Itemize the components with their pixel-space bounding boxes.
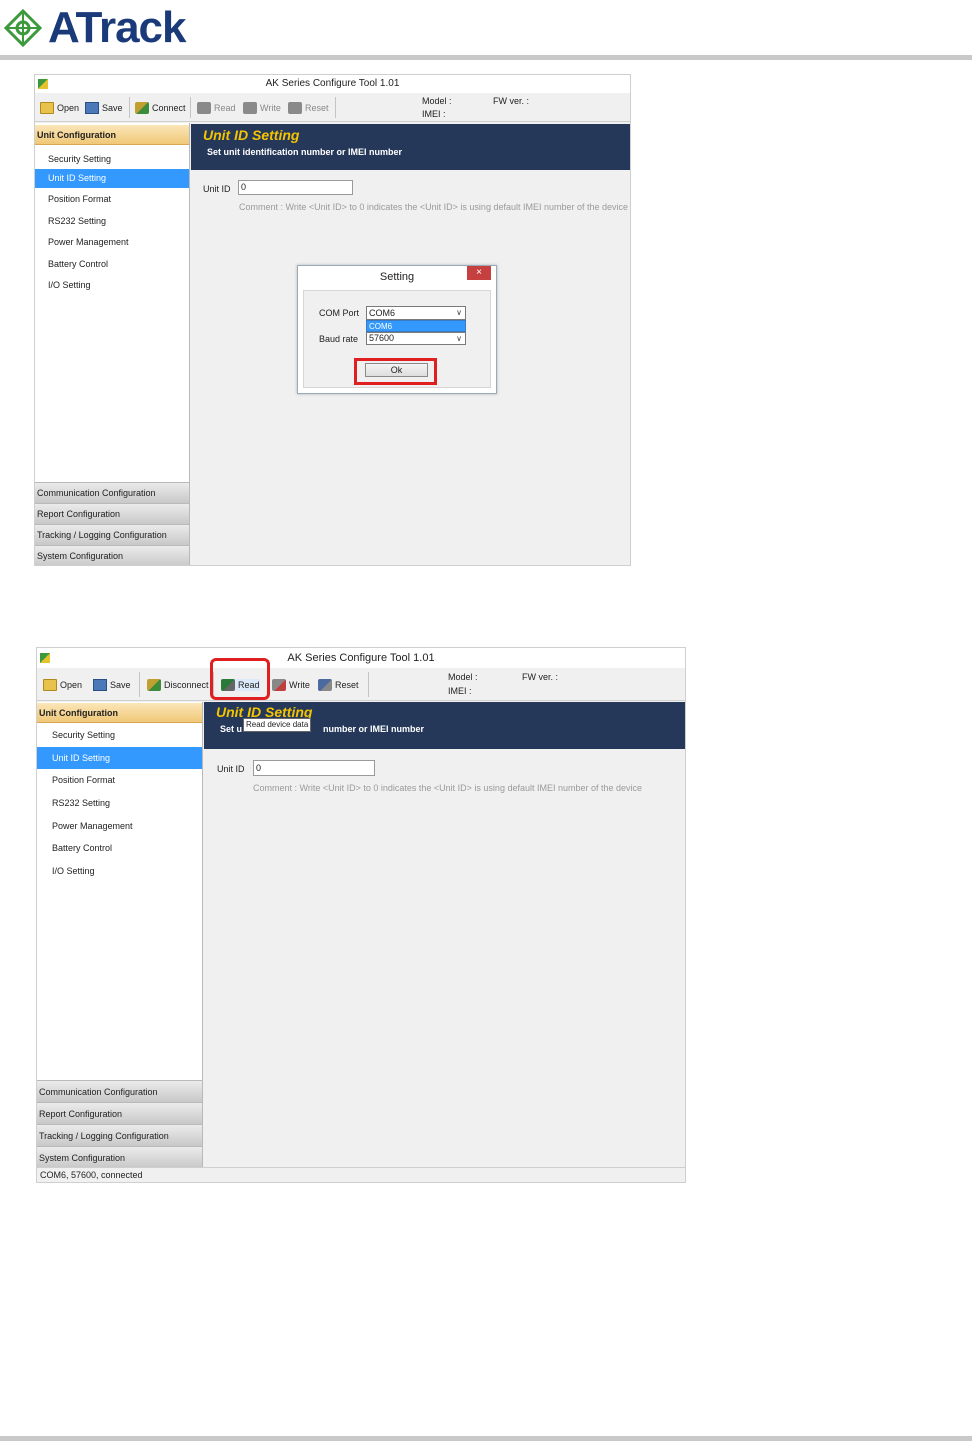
ok-button-highlight bbox=[354, 358, 437, 385]
sidebar-item-position-format[interactable]: Position Format bbox=[35, 190, 189, 209]
sidebar-item-io-setting[interactable]: I/O Setting bbox=[35, 276, 189, 295]
unit-id-input[interactable]: 0 bbox=[238, 180, 353, 195]
sidebar-item-security-setting[interactable]: Security Setting bbox=[37, 725, 202, 746]
write-chip-icon bbox=[243, 102, 257, 114]
app-icon bbox=[38, 79, 48, 89]
unit-id-comment: Comment : Write <Unit ID> to 0 indicates… bbox=[253, 783, 643, 793]
disconnect-button[interactable]: Disconnect bbox=[147, 679, 209, 691]
toolbar-separator bbox=[368, 672, 369, 697]
save-button[interactable]: Save bbox=[85, 102, 123, 114]
category-system-configuration[interactable]: System Configuration bbox=[35, 545, 189, 565]
fw-version-label: FW ver. : bbox=[522, 672, 558, 682]
read-button-highlight bbox=[210, 658, 270, 700]
footer-divider bbox=[0, 1436, 972, 1441]
sidebar-item-position-format[interactable]: Position Format bbox=[37, 770, 202, 791]
unit-id-comment: Comment : Write <Unit ID> to 0 indicates… bbox=[239, 202, 629, 212]
open-button[interactable]: Open bbox=[40, 102, 79, 114]
window-title: AK Series Configure Tool 1.01 bbox=[287, 652, 435, 664]
category-communication-configuration[interactable]: Communication Configuration bbox=[37, 1080, 202, 1102]
sidebar-item-security-setting[interactable]: Security Setting bbox=[35, 150, 189, 169]
unit-id-label: Unit ID bbox=[217, 764, 245, 774]
write-button[interactable]: Write bbox=[243, 102, 281, 114]
section-subtitle-start: Set u bbox=[220, 724, 243, 734]
floppy-disk-icon bbox=[93, 679, 107, 691]
sidebar-item-unit-id-setting[interactable]: Unit ID Setting bbox=[37, 747, 202, 769]
unit-id-label: Unit ID bbox=[203, 184, 231, 194]
write-chip-icon bbox=[272, 679, 286, 691]
category-communication-configuration[interactable]: Communication Configuration bbox=[35, 482, 189, 503]
atrack-logo: ATrack bbox=[4, 5, 234, 51]
toolbar: Open Save Connect Read Write Reset Model… bbox=[35, 93, 630, 122]
com-port-option[interactable]: COM6 bbox=[366, 320, 466, 332]
imei-label: IMEI : bbox=[422, 109, 446, 119]
connect-button[interactable]: Connect bbox=[135, 102, 186, 114]
reset-button[interactable]: Reset bbox=[288, 102, 329, 114]
category-report-configuration[interactable]: Report Configuration bbox=[35, 503, 189, 524]
sidebar-item-io-setting[interactable]: I/O Setting bbox=[37, 861, 202, 882]
com-port-select[interactable]: COM6 ∨ bbox=[366, 306, 466, 320]
model-label: Model : bbox=[422, 96, 452, 106]
brand-name: ATrack bbox=[48, 3, 186, 52]
category-tracking-logging-configuration[interactable]: Tracking / Logging Configuration bbox=[37, 1124, 202, 1146]
chevron-down-icon: ∨ bbox=[456, 308, 462, 317]
toolbar-separator bbox=[190, 97, 191, 118]
baud-rate-select[interactable]: 57600 ∨ bbox=[366, 332, 466, 345]
close-icon[interactable]: × bbox=[467, 266, 491, 280]
sidebar-item-rs232-setting[interactable]: RS232 Setting bbox=[37, 793, 202, 814]
category-report-configuration[interactable]: Report Configuration bbox=[37, 1102, 202, 1124]
sidebar-item-power-management[interactable]: Power Management bbox=[37, 816, 202, 837]
read-chip-icon bbox=[197, 102, 211, 114]
open-button[interactable]: Open bbox=[43, 679, 82, 691]
baud-rate-label: Baud rate bbox=[319, 334, 359, 344]
folder-icon bbox=[40, 102, 54, 114]
sidebar-header-unit-configuration[interactable]: Unit Configuration bbox=[35, 125, 189, 145]
reset-chip-icon bbox=[288, 102, 302, 114]
reset-button[interactable]: Reset bbox=[318, 679, 359, 691]
unit-id-input[interactable]: 0 bbox=[253, 760, 375, 776]
chevron-down-icon: ∨ bbox=[456, 334, 462, 343]
sidebar-item-power-management[interactable]: Power Management bbox=[35, 233, 189, 252]
section-subtitle-end: number or IMEI number bbox=[323, 724, 425, 734]
app-icon bbox=[40, 653, 50, 663]
window-titlebar: AK Series Configure Tool 1.01 bbox=[35, 75, 630, 93]
imei-label: IMEI : bbox=[448, 686, 472, 696]
fw-version-label: FW ver. : bbox=[493, 96, 529, 106]
com-port-label: COM Port bbox=[319, 308, 360, 318]
read-tooltip: Read device data bbox=[243, 718, 312, 732]
model-label: Model : bbox=[448, 672, 478, 682]
sidebar: Unit Configuration Security Setting Unit… bbox=[35, 123, 190, 565]
sidebar: Unit Configuration Security Setting Unit… bbox=[37, 702, 203, 1168]
category-system-configuration[interactable]: System Configuration bbox=[37, 1146, 202, 1168]
sidebar-item-battery-control[interactable]: Battery Control bbox=[35, 255, 189, 274]
header-divider bbox=[0, 55, 972, 60]
sidebar-item-unit-id-setting[interactable]: Unit ID Setting bbox=[35, 169, 189, 188]
section-subtitle: Set unit identification number or IMEI n… bbox=[207, 147, 403, 157]
read-button[interactable]: Read bbox=[197, 102, 236, 114]
toolbar-separator bbox=[129, 97, 130, 118]
window-titlebar: AK Series Configure Tool 1.01 bbox=[37, 648, 685, 668]
section-title: Unit ID Setting bbox=[203, 127, 300, 143]
category-tracking-logging-configuration[interactable]: Tracking / Logging Configuration bbox=[35, 524, 189, 545]
sidebar-header-unit-configuration[interactable]: Unit Configuration bbox=[37, 703, 202, 723]
config-tool-window-2: AK Series Configure Tool 1.01 Open Save … bbox=[36, 647, 686, 1183]
write-button[interactable]: Write bbox=[272, 679, 310, 691]
sidebar-item-rs232-setting[interactable]: RS232 Setting bbox=[35, 212, 189, 231]
folder-icon bbox=[43, 679, 57, 691]
toolbar-separator bbox=[335, 97, 336, 118]
toolbar: Open Save Disconnect Read Write Reset Mo… bbox=[37, 668, 685, 701]
window-title: AK Series Configure Tool 1.01 bbox=[265, 78, 400, 89]
save-button[interactable]: Save bbox=[93, 679, 131, 691]
config-tool-window-1: AK Series Configure Tool 1.01 Open Save … bbox=[34, 74, 631, 566]
status-bar: COM6, 57600, connected bbox=[37, 1167, 685, 1182]
reset-chip-icon bbox=[318, 679, 332, 691]
plug-icon bbox=[147, 679, 161, 691]
sidebar-item-battery-control[interactable]: Battery Control bbox=[37, 838, 202, 859]
crosshair-logo-icon bbox=[4, 9, 42, 47]
floppy-disk-icon bbox=[85, 102, 99, 114]
plug-icon bbox=[135, 102, 149, 114]
toolbar-separator bbox=[139, 672, 140, 697]
